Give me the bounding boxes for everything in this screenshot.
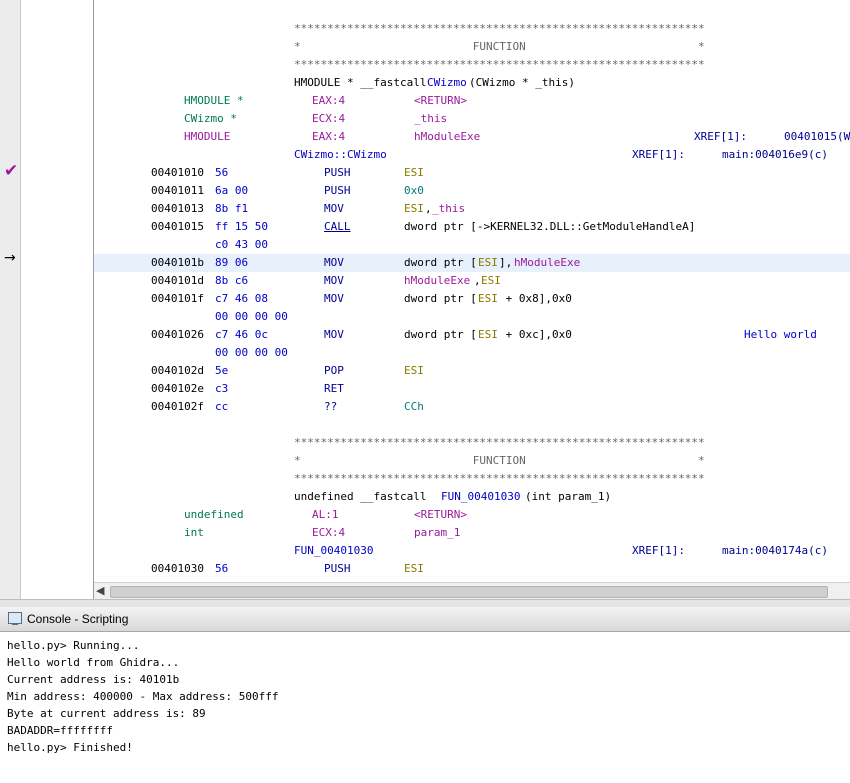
instruction-bytes-continued: c0 43 00 <box>215 238 268 251</box>
console-line: Byte at current address is: 89 <box>7 707 206 720</box>
horizontal-scrollbar[interactable]: ◀ <box>94 582 850 599</box>
instruction-row[interactable]: 0040102d 5e POP ESI <box>94 362 850 380</box>
instruction-row[interactable]: 0040102f cc ?? CCh <box>94 398 850 416</box>
instruction-row[interactable]: 0040101d 8b c6 MOV hModuleExe , ESI <box>94 272 850 290</box>
function-label: FUN_00401030 <box>294 544 374 557</box>
function-signature[interactable]: HMODULE * __fastcall CWizmo (CWizmo * _t… <box>94 74 850 92</box>
function-name-link[interactable]: FUN_00401030 <box>441 490 520 504</box>
console-line: BADADDR=ffffffff <box>7 724 113 737</box>
marker-gutter <box>21 0 94 600</box>
left-margin-gutter <box>0 0 21 600</box>
console-line: Hello world from Ghidra... <box>7 656 180 669</box>
xref-link[interactable]: 00401015(W <box>784 130 850 144</box>
console-line: hello.py> Running... <box>7 639 140 652</box>
param-row[interactable]: int ECX:4 param_1 <box>94 524 850 542</box>
xref-link[interactable]: main:004016e9(c) <box>722 148 828 162</box>
function-label: CWizmo::CWizmo <box>294 148 387 161</box>
instruction-row[interactable]: 0040102e c3 RET <box>94 380 850 398</box>
param-row[interactable]: HMODULE * EAX:4 <RETURN> <box>94 92 850 110</box>
function-header-stars: ****************************************… <box>294 58 705 71</box>
instruction-row-current[interactable]: 0040101b 89 06 MOV dword ptr [ ESI ], hM… <box>94 254 850 272</box>
instruction-row[interactable]: 00401030 56 PUSH ESI <box>94 560 850 578</box>
code-listing[interactable]: ****************************************… <box>94 0 850 582</box>
param-row[interactable]: CWizmo * ECX:4 _this <box>94 110 850 128</box>
param-row[interactable]: HMODULE EAX:4 hModuleExe XREF[1]: 004010… <box>94 128 850 146</box>
console-line: hello.py> Finished! <box>7 741 133 754</box>
eol-comment: Hello world <box>744 328 817 341</box>
bookmark-check-icon[interactable]: ✔ <box>4 161 18 181</box>
current-address-arrow-icon: → <box>4 250 16 266</box>
instruction-row[interactable]: 00401010 56 PUSH ESI <box>94 164 850 182</box>
console-line: Min address: 400000 - Max address: 500ff… <box>7 690 279 703</box>
console-line: Current address is: 40101b <box>7 673 180 686</box>
xref-link[interactable]: main:0040174a(c) <box>722 544 828 558</box>
instruction-row[interactable]: 00401013 8b f1 MOV ESI , _this <box>94 200 850 218</box>
instruction-row[interactable]: 00401026 c7 46 0c MOV dword ptr [ ESI + … <box>94 326 850 344</box>
instruction-row[interactable]: 0040101f c7 46 08 MOV dword ptr [ ESI + … <box>94 290 850 308</box>
instruction-row[interactable]: 00401011 6a 00 PUSH 0x0 <box>94 182 850 200</box>
function-header-stars: ****************************************… <box>294 436 705 449</box>
function-header-banner: * FUNCTION * <box>294 40 705 53</box>
function-header-stars: ****************************************… <box>294 22 705 35</box>
scrollbar-thumb[interactable] <box>110 586 828 598</box>
scroll-left-icon[interactable]: ◀ <box>96 583 104 599</box>
function-header-stars: ****************************************… <box>294 472 705 485</box>
instruction-row[interactable]: 00401015 ff 15 50 CALL dword ptr [->KERN… <box>94 218 850 236</box>
function-label-row[interactable]: FUN_00401030 XREF[1]: main:0040174a(c) <box>94 542 850 560</box>
param-row[interactable]: undefined AL:1 <RETURN> <box>94 506 850 524</box>
function-signature[interactable]: undefined __fastcall FUN_00401030 (int p… <box>94 488 850 506</box>
console-monitor-icon <box>8 612 22 625</box>
function-header-banner: * FUNCTION * <box>294 454 705 467</box>
instruction-bytes-continued: 00 00 00 00 <box>215 346 288 359</box>
function-label-row[interactable]: CWizmo::CWizmo XREF[1]: main:004016e9(c) <box>94 146 850 164</box>
console-title: Console - Scripting <box>27 612 129 626</box>
console-output[interactable]: hello.py> Running... Hello world from Gh… <box>0 632 850 783</box>
instruction-bytes-continued: 00 00 00 00 <box>215 310 288 323</box>
function-name-link[interactable]: CWizmo <box>427 76 467 90</box>
console-header[interactable]: Console - Scripting <box>0 607 850 632</box>
